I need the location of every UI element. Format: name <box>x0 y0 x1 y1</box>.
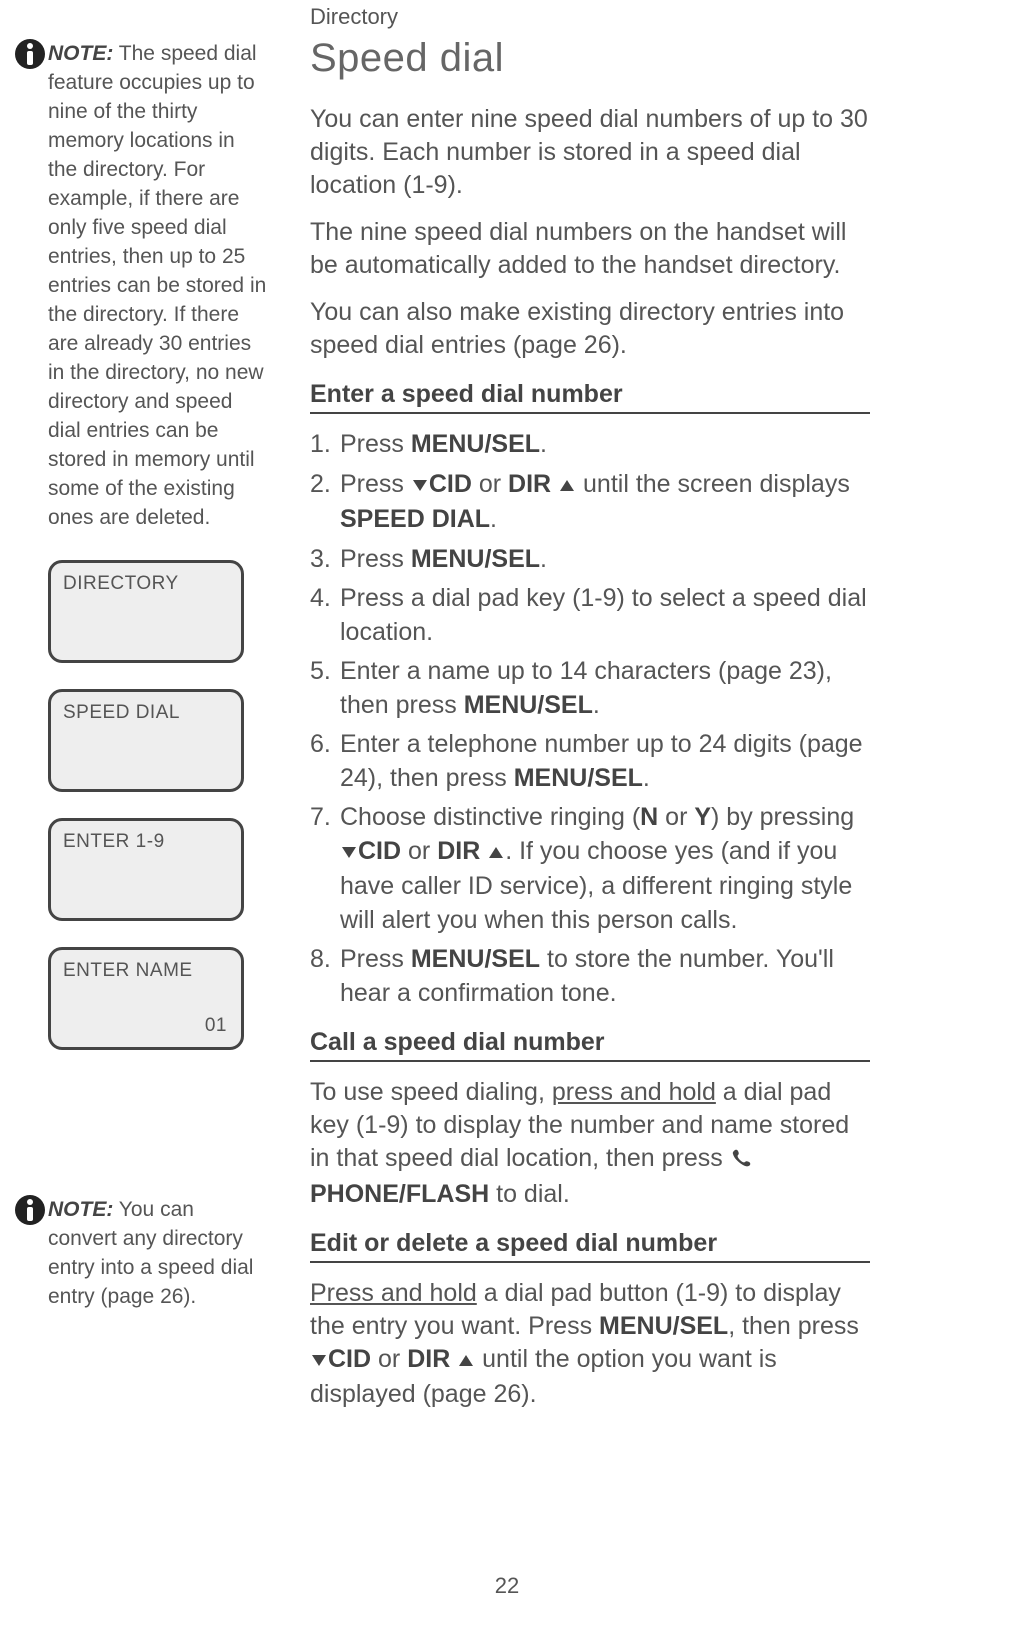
step-6: Enter a telephone number up to 24 digits… <box>310 728 870 795</box>
note-block-1: NOTE: The speed dial feature occupies up… <box>14 40 268 532</box>
step-5: Enter a name up to 14 characters (page 2… <box>310 655 870 722</box>
t: or <box>371 1345 407 1373</box>
page-number: 22 <box>0 1573 1014 1599</box>
section-heading-call: Call a speed dial number <box>310 1028 870 1062</box>
lcd-screen-speed-dial: SPEED DIAL <box>48 689 244 792</box>
t: Press <box>340 470 411 498</box>
step-1: Press MENU/SEL. <box>310 428 870 462</box>
page-title: Speed dial <box>310 36 870 81</box>
note-block-2: NOTE: You can convert any directory entr… <box>14 1196 268 1312</box>
phone-icon <box>730 1145 752 1178</box>
t: PHONE/ <box>310 1180 406 1208</box>
note-text: The speed dial feature occupies up to ni… <box>48 42 266 529</box>
t: CID <box>429 470 472 498</box>
t: FLASH <box>406 1180 489 1208</box>
t: /SEL <box>587 764 643 792</box>
t: Press <box>340 430 411 458</box>
info-icon <box>10 34 50 74</box>
note-label: NOTE: <box>48 1198 113 1221</box>
t: /SEL <box>537 691 593 719</box>
triangle-down-icon <box>340 837 358 871</box>
t: MENU <box>411 545 485 573</box>
intro-p3: You can also make existing directory ent… <box>310 296 870 362</box>
t: Y <box>694 803 711 831</box>
t: N <box>640 803 658 831</box>
t: . <box>643 764 650 792</box>
t: MENU/SEL <box>599 1312 728 1340</box>
t: DIR <box>407 1345 450 1373</box>
t: . <box>540 430 547 458</box>
t: SPEED DIAL <box>340 505 490 533</box>
t: /SEL <box>484 545 540 573</box>
lcd-line1: ENTER NAME <box>63 960 229 982</box>
intro-p1: You can enter nine speed dial numbers of… <box>310 103 870 202</box>
t: Press <box>340 945 411 973</box>
lcd-line1: ENTER 1-9 <box>63 831 229 853</box>
t: or <box>472 470 508 498</box>
t: MENU/ <box>411 430 492 458</box>
sidebar: NOTE: The speed dial feature occupies up… <box>14 40 268 1076</box>
info-icon <box>10 1190 50 1230</box>
steps-list: Press MENU/SEL. Press CID or DIR until t… <box>310 428 870 1010</box>
manual-page: Directory NOTE: The speed dial feature o… <box>0 0 1014 1649</box>
note-label: NOTE: <box>48 42 113 65</box>
triangle-up-icon <box>457 1345 475 1378</box>
t: or <box>658 803 694 831</box>
t: , then press <box>728 1312 859 1340</box>
step-7: Choose distinctive ringing (N or Y) by p… <box>310 801 870 937</box>
edit-paragraph: Press and hold a dial pad button (1-9) t… <box>310 1277 870 1411</box>
lcd-screen-enter-1-9: ENTER 1-9 <box>48 818 244 921</box>
t: MENU <box>464 691 538 719</box>
main-content: Speed dial You can enter nine speed dial… <box>310 36 870 1425</box>
t: . <box>593 691 600 719</box>
step-2: Press CID or DIR until the screen displa… <box>310 468 870 537</box>
t: CID <box>328 1345 371 1373</box>
t: until the screen displays <box>576 470 850 498</box>
t: DIR <box>508 470 551 498</box>
triangle-down-icon <box>411 470 429 504</box>
step-8: Press MENU/SEL to store the number. You'… <box>310 943 870 1010</box>
t: Press and hold <box>310 1279 477 1307</box>
t: /SEL <box>484 945 540 973</box>
t: ) by pressing <box>711 803 854 831</box>
t: or <box>401 837 437 865</box>
triangle-down-icon <box>310 1345 328 1378</box>
section-heading-edit: Edit or delete a speed dial number <box>310 1229 870 1263</box>
t: SEL <box>491 430 540 458</box>
t: . <box>490 505 497 533</box>
lcd-screen-directory: DIRECTORY <box>48 560 244 663</box>
t: CID <box>358 837 401 865</box>
intro-p2: The nine speed dial numbers on the hands… <box>310 216 870 282</box>
section-heading-enter: Enter a speed dial number <box>310 380 870 414</box>
section-header: Directory <box>310 4 398 30</box>
t: MENU <box>514 764 588 792</box>
lcd-line1: SPEED DIAL <box>63 702 229 724</box>
lcd-screen-enter-name: ENTER NAME 01 <box>48 947 244 1050</box>
t: MENU <box>411 945 485 973</box>
t: To use speed dialing, <box>310 1078 552 1106</box>
step-4: Press a dial pad key (1-9) to select a s… <box>310 582 870 649</box>
lcd-line2: 01 <box>205 1015 227 1037</box>
t: DIR <box>437 837 480 865</box>
step-3: Press MENU/SEL. <box>310 543 870 577</box>
t: Choose distinctive ringing ( <box>340 803 640 831</box>
triangle-up-icon <box>487 837 505 871</box>
triangle-up-icon <box>558 470 576 504</box>
t: press and hold <box>552 1078 716 1106</box>
t: . <box>540 545 547 573</box>
t: to dial. <box>489 1180 570 1208</box>
lcd-line1: DIRECTORY <box>63 573 229 595</box>
t: Press <box>340 545 411 573</box>
call-paragraph: To use speed dialing, press and hold a d… <box>310 1076 870 1211</box>
